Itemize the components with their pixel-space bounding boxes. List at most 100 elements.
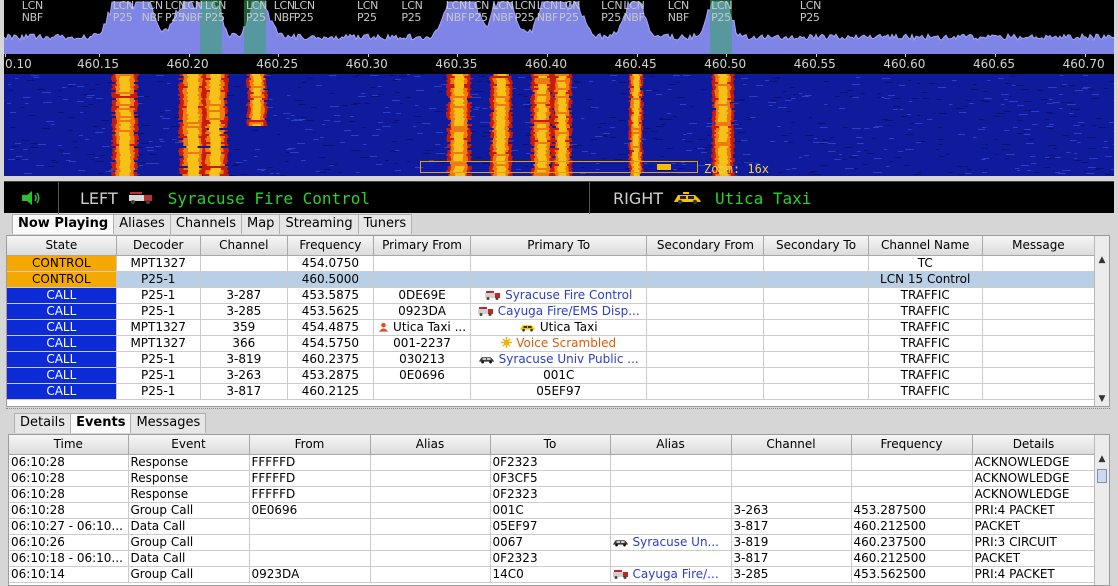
waterfall-noise bbox=[852, 155, 859, 156]
mute-toggle[interactable] bbox=[4, 182, 59, 214]
cell-to-alias bbox=[610, 502, 732, 519]
tab-details[interactable]: Details bbox=[14, 413, 72, 433]
column-header-primary-from[interactable]: Primary From bbox=[373, 236, 472, 256]
scroll-up-arrow[interactable]: ▲ bbox=[1095, 453, 1109, 466]
table-row[interactable]: CALL P25-1 3-817 460.2125 05EF97 TRAFFIC bbox=[7, 383, 1096, 400]
column-header-channel-name[interactable]: Channel Name bbox=[868, 236, 983, 256]
cell-channel-name: TRAFFIC bbox=[868, 287, 983, 304]
column-header-alias[interactable]: Alias bbox=[610, 435, 732, 455]
waterfall-noise bbox=[948, 172, 953, 173]
column-header-secondary-from[interactable]: Secondary From bbox=[646, 236, 765, 256]
waterfall-signal-line bbox=[536, 146, 546, 148]
table-row[interactable]: CALL P25-1 3-287 453.5875 0DE69E Syracuse Fir… bbox=[7, 287, 1096, 304]
column-header-channel[interactable]: Channel bbox=[731, 435, 852, 455]
table-row[interactable]: CALL P25-1 3-285 453.5625 0923DA Cayuga Fire/… bbox=[7, 303, 1096, 320]
column-header-to[interactable]: To bbox=[490, 435, 611, 455]
tab-map[interactable]: Map bbox=[241, 214, 281, 234]
waterfall-noise bbox=[417, 122, 421, 123]
column-header-message[interactable]: Message bbox=[982, 236, 1096, 256]
waterfall-signal-line bbox=[186, 94, 198, 96]
events-table[interactable]: Time Event From Alias To Alias Channel Frequenc… bbox=[8, 434, 1110, 586]
waterfall-noise bbox=[395, 150, 400, 151]
channels-scrollbar[interactable]: ▲ ▼ bbox=[1094, 236, 1109, 406]
waterfall-noise bbox=[910, 123, 914, 124]
tab-events[interactable]: Events bbox=[70, 413, 132, 433]
table-row[interactable]: CALL P25-1 3-263 453.2875 0E0696 001C TRAFFIC bbox=[7, 367, 1096, 384]
column-header-state[interactable]: State bbox=[7, 236, 117, 256]
column-header-frequency[interactable]: Frequency bbox=[851, 435, 973, 455]
spectrum-display[interactable]: LCN NBF LCN P25 LCN NBF LCN P25 LCN NBF LCN P… bbox=[4, 0, 1114, 54]
column-header-event[interactable]: Event bbox=[128, 435, 250, 455]
waterfall-noise bbox=[1047, 103, 1054, 104]
scroll-thumb[interactable] bbox=[1097, 469, 1107, 483]
waterfall-noise bbox=[830, 137, 835, 138]
cell-text: 06:10:27 - 06:10... bbox=[11, 519, 123, 533]
waterfall-noise bbox=[301, 117, 308, 118]
table-row[interactable]: 06:10:28 Response FFFFFD 0F3CF5 ACKNOWLEDGE bbox=[9, 470, 1096, 487]
table-row[interactable]: 06:10:28 Response FFFFFD 0F2323 ACKNOWLEDGE bbox=[9, 454, 1096, 471]
channels-table[interactable]: State Decoder Channel Frequency Primary From… bbox=[6, 235, 1110, 407]
cell-text: 06:10:26 bbox=[11, 535, 65, 549]
events-scrollbar[interactable]: ▲ bbox=[1094, 435, 1109, 585]
tab-now-playing[interactable]: Now Playing bbox=[12, 214, 115, 234]
waterfall-noise bbox=[834, 159, 841, 160]
waterfall-noise bbox=[149, 141, 153, 142]
waterfall-signal-line bbox=[450, 152, 468, 154]
cell-text: PACKET bbox=[974, 519, 1021, 533]
tab-tuners[interactable]: Tuners bbox=[357, 214, 413, 234]
split-pane-divider[interactable] bbox=[6, 408, 1110, 411]
column-header-frequency[interactable]: Frequency bbox=[287, 236, 374, 256]
tab-channels[interactable]: Channels bbox=[169, 214, 242, 234]
column-header-alias[interactable]: Alias bbox=[370, 435, 491, 455]
waterfall-noise bbox=[1047, 113, 1054, 114]
waterfall-noise bbox=[323, 145, 332, 146]
table-row[interactable]: 06:10:26 Group Call 0067 Syracuse Un... 3-81… bbox=[9, 534, 1096, 551]
scroll-down-arrow[interactable]: ▼ bbox=[1095, 393, 1109, 406]
waterfall-signal-line bbox=[209, 106, 220, 108]
waterfall-signal-line bbox=[454, 100, 465, 102]
scroll-up-arrow[interactable]: ▲ bbox=[1095, 254, 1109, 267]
waterfall-signal-line bbox=[454, 94, 465, 96]
waterfall-display[interactable]: Zoom: 16x bbox=[4, 74, 1114, 176]
waterfall-signal-line bbox=[252, 106, 261, 108]
table-row[interactable]: CALL MPT1327 359 454.4875 Utica Taxi ... Utic… bbox=[7, 319, 1096, 336]
table-row[interactable]: 06:10:28 Response FFFFFD 0F2323 ACKNOWLEDGE bbox=[9, 486, 1096, 503]
table-row[interactable]: CONTROL MPT1327 454.0750 TC bbox=[7, 255, 1096, 272]
table-row[interactable]: 06:10:14 Group Call 0923DA 14C0 Cayuga Fire/… bbox=[9, 566, 1096, 583]
table-row[interactable]: CALL MPT1327 366 454.5750 001-2237 Voice Scra… bbox=[7, 335, 1096, 352]
column-header-from[interactable]: From bbox=[249, 435, 371, 455]
zoom-window[interactable] bbox=[420, 161, 698, 173]
table-row[interactable]: CONTROL P25-1 460.5000 LCN 15 Control bbox=[7, 271, 1096, 288]
table-row[interactable]: 06:10:27 - 06:10... Data Call 05EF97 3-817 4… bbox=[9, 518, 1096, 535]
cell-channel-name: TRAFFIC bbox=[868, 303, 983, 320]
waterfall-signal-line bbox=[186, 146, 198, 148]
waterfall-noise bbox=[74, 147, 78, 148]
waterfall-noise bbox=[1104, 141, 1108, 142]
zoom-position[interactable] bbox=[657, 164, 671, 170]
column-header-decoder[interactable]: Decoder bbox=[116, 236, 201, 256]
cell-channel: 3-819 bbox=[731, 534, 852, 551]
table-row[interactable]: 06:10:28 Group Call 0E0696 001C 3-263 453.287… bbox=[9, 502, 1096, 519]
column-header-channel[interactable]: Channel bbox=[200, 236, 288, 256]
tab-messages[interactable]: Messages bbox=[130, 413, 207, 433]
waterfall-noise bbox=[1017, 170, 1021, 171]
waterfall-noise bbox=[610, 137, 617, 138]
waterfall-signal-line bbox=[538, 140, 548, 142]
tab-aliases[interactable]: Aliases bbox=[113, 214, 171, 234]
cell-text: TRAFFIC bbox=[900, 304, 950, 318]
column-header-time[interactable]: Time bbox=[9, 435, 129, 455]
cell-message bbox=[982, 303, 1096, 320]
waterfall-noise bbox=[603, 133, 610, 134]
column-header-secondary-to[interactable]: Secondary To bbox=[763, 236, 869, 256]
column-header-details[interactable]: Details bbox=[972, 435, 1096, 455]
cell-text: PRI:4 PACKET bbox=[974, 503, 1055, 517]
table-row[interactable]: CALL P25-1 3-819 460.2375 030213 Syracuse Uni… bbox=[7, 351, 1096, 368]
waterfall-noise bbox=[371, 96, 380, 97]
table-row[interactable]: 06:10:18 - 06:10... Data Call 0F2323 3-817 4… bbox=[9, 550, 1096, 567]
column-header-primary-to[interactable]: Primary To bbox=[470, 236, 648, 256]
waterfall-noise bbox=[1111, 169, 1114, 170]
tab-streaming[interactable]: Streaming bbox=[279, 214, 359, 234]
waterfall-noise bbox=[160, 116, 164, 117]
waterfall-noise bbox=[1004, 130, 1010, 131]
waterfall-signal-line bbox=[209, 120, 220, 122]
